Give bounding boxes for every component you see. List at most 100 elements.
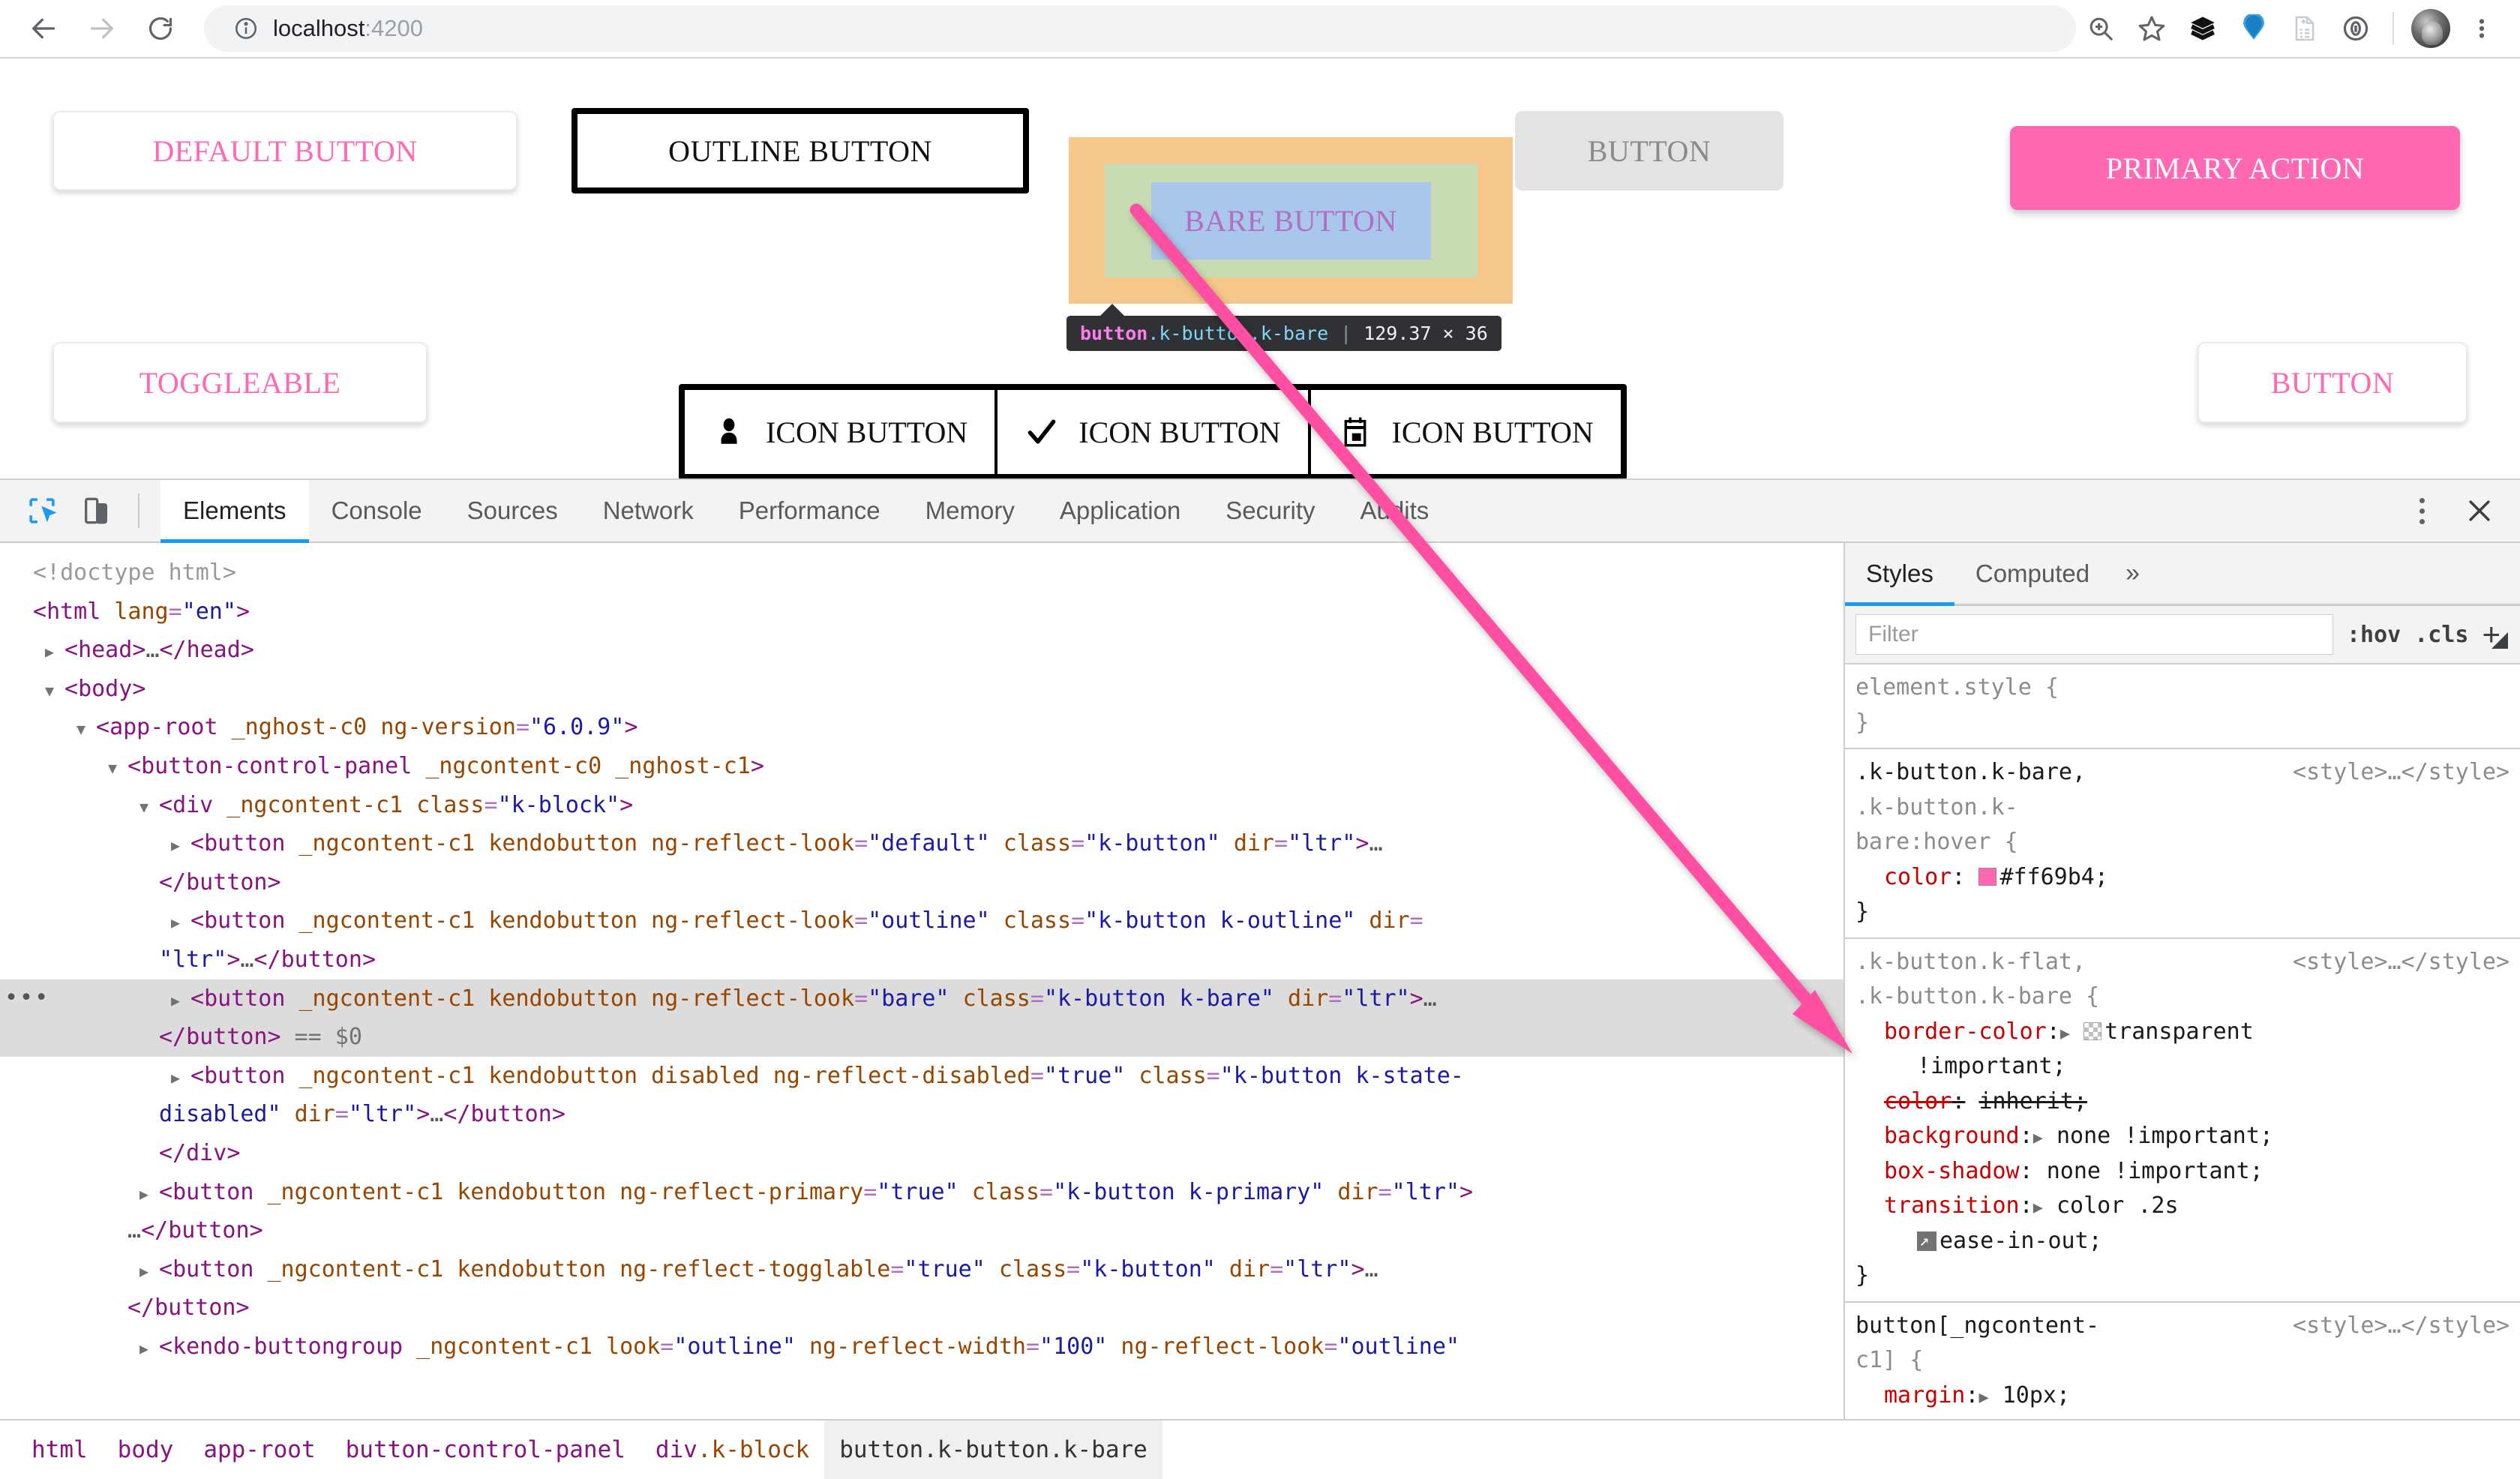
dom-node-line[interactable]: <div _ngcontent-c1 class="k-block"> — [0, 786, 1844, 825]
close-icon[interactable] — [2458, 490, 2500, 532]
twisty-collapsed-icon[interactable] — [140, 1250, 159, 1289]
dom-node-line[interactable]: <app-root _nghost-c0 ng-version="6.0.9"> — [0, 708, 1844, 747]
password-manager-icon[interactable] — [2331, 4, 2380, 53]
twisty-collapsed-icon[interactable] — [171, 980, 190, 1018]
reload-icon[interactable] — [134, 2, 188, 56]
dom-node-line[interactable]: </div> — [0, 1134, 1844, 1173]
expand-shorthand-icon[interactable]: ▶ — [2033, 1129, 2043, 1148]
style-rule[interactable]: .k-button.k-flat, <style>…</style> .k-butt… — [1845, 939, 2520, 1303]
dom-node-line[interactable]: "ltr">…</button> — [0, 940, 1844, 980]
style-rule-origin[interactable]: <style>…</style> — [2293, 755, 2510, 790]
twisty-expanded-icon[interactable] — [140, 786, 159, 825]
tab-application[interactable]: Application — [1037, 480, 1203, 542]
dom-node-line[interactable]: <html lang="en"> — [0, 592, 1844, 632]
css-declaration[interactable]: margin:▶ 10px; — [1845, 1378, 2520, 1414]
dom-node-line[interactable]: <button _ngcontent-c1 kendobutton ng-ref… — [0, 1250, 1844, 1289]
breadcrumb-item[interactable]: body — [103, 1420, 189, 1479]
style-rule-selector[interactable]: element.style { — [1856, 674, 2059, 700]
toggleable-button-right[interactable]: BUTTON — [2198, 342, 2468, 423]
dom-tree[interactable]: <!doctype html><html lang="en"><head>…</… — [0, 543, 1845, 1419]
tab-performance[interactable]: Performance — [716, 480, 903, 542]
address-bar[interactable]: localhost:4200 — [204, 5, 2076, 52]
tab-elements[interactable]: Elements — [160, 480, 309, 543]
style-rule-origin[interactable]: <style>…</style> — [2293, 945, 2510, 980]
style-rule[interactable]: .k-button.k-bare, <style>…</style> .k-butt… — [1845, 749, 2520, 939]
dom-node-line[interactable]: <!doctype html> — [0, 554, 1844, 592]
zoom-icon[interactable] — [2076, 4, 2126, 53]
style-rule-selector[interactable]: .k-button.k-bare, — [1856, 759, 2086, 785]
twisty-expanded-icon[interactable] — [108, 747, 128, 786]
expand-shorthand-icon[interactable]: ▶ — [2060, 1024, 2070, 1043]
device-toolbar-icon[interactable] — [75, 490, 117, 532]
cls-toggle[interactable]: .cls — [2414, 622, 2468, 648]
style-rule[interactable]: button[_ngcontent- <style>…</style> c1] {m… — [1845, 1303, 2520, 1420]
new-style-rule-button[interactable]: + — [2482, 619, 2508, 650]
primary-action-button[interactable]: PRIMARY ACTION — [2010, 126, 2460, 210]
css-property-value[interactable]: transparent — [2104, 1018, 2254, 1045]
tab-styles[interactable]: Styles — [1845, 543, 1954, 606]
bare-button[interactable]: BARE BUTTON — [1151, 182, 1431, 260]
css-property-value[interactable]: 10px; — [2002, 1382, 2070, 1408]
css-declaration[interactable]: transition:▶ color .2s — [1845, 1189, 2520, 1224]
style-rule-selector[interactable]: .k-button.k-flat, — [1856, 949, 2086, 975]
twisty-expanded-icon[interactable] — [45, 670, 64, 709]
filter-input[interactable]: Filter — [1856, 614, 2333, 655]
css-declaration[interactable]: background:▶ none !important; — [1845, 1119, 2520, 1154]
twisty-collapsed-icon[interactable] — [171, 902, 190, 940]
icon-button-calendar[interactable]: ICON BUTTON — [1307, 390, 1621, 474]
css-property-name[interactable]: background — [1884, 1123, 2020, 1149]
css-property-value[interactable]: none !important; — [2056, 1123, 2273, 1149]
color-swatch-icon[interactable] — [1978, 867, 1997, 886]
tab-network[interactable]: Network — [580, 480, 716, 542]
css-property-name[interactable]: color — [1884, 864, 1952, 890]
breadcrumb-item[interactable]: button.k-button.k-bare — [824, 1420, 1162, 1479]
dom-node-line[interactable]: <body> — [0, 670, 1844, 709]
twisty-collapsed-icon[interactable] — [140, 1328, 159, 1366]
inspect-element-icon[interactable] — [21, 490, 63, 532]
dom-node-line[interactable]: ••• <button _ngcontent-c1 kendobutton ng-… — [0, 979, 1844, 1018]
style-rule[interactable]: element.style {} — [1845, 664, 2520, 749]
twisty-collapsed-icon[interactable] — [171, 824, 190, 863]
css-declaration[interactable]: color: inherit; — [1845, 1084, 2520, 1120]
icon-button-check[interactable]: ICON BUTTON — [994, 390, 1308, 474]
dom-node-line[interactable]: disabled" dir="ltr">…</button> — [0, 1095, 1844, 1134]
back-arrow-icon[interactable] — [16, 2, 70, 56]
dom-node-line[interactable]: <button _ngcontent-c1 kendobutton disabl… — [0, 1057, 1844, 1096]
breadcrumb-item[interactable]: div .k-block — [640, 1420, 824, 1479]
css-property-name[interactable]: margin — [1884, 1382, 1965, 1408]
tab-sources[interactable]: Sources — [445, 480, 580, 542]
dom-node-line[interactable]: <button-control-panel _ngcontent-c0 _ngh… — [0, 747, 1844, 786]
dom-node-line[interactable]: <button _ngcontent-c1 kendobutton ng-ref… — [0, 1173, 1844, 1212]
dom-node-menu-icon[interactable]: ••• — [4, 980, 50, 1018]
dom-node-line[interactable]: </button> — [0, 863, 1844, 902]
tab-console[interactable]: Console — [309, 480, 445, 542]
easing-curve-icon[interactable] — [1917, 1228, 1936, 1254]
forward-arrow-icon[interactable] — [75, 2, 129, 56]
css-property-value[interactable]: color .2s — [2056, 1192, 2179, 1219]
twisty-collapsed-icon[interactable] — [45, 631, 64, 670]
css-property-name[interactable]: border-color — [1884, 1018, 2047, 1045]
tab-audits[interactable]: Audits — [1338, 480, 1452, 542]
tab-memory[interactable]: Memory — [903, 480, 1037, 542]
default-button[interactable]: DEFAULT BUTTON — [52, 111, 518, 190]
css-property-name[interactable]: box-shadow — [1884, 1158, 2020, 1184]
icon-button-user[interactable]: ICON BUTTON — [685, 390, 995, 474]
dom-node-line[interactable]: …</button> — [0, 1211, 1844, 1250]
kebab-menu-icon[interactable] — [2404, 490, 2439, 532]
page-info-icon[interactable] — [230, 12, 262, 45]
form-filler-icon[interactable] — [2280, 4, 2330, 53]
twisty-collapsed-icon[interactable] — [171, 1057, 190, 1096]
tab-security[interactable]: Security — [1203, 480, 1337, 542]
css-declaration[interactable]: color: #ff69b4; — [1845, 860, 2520, 896]
css-property-value[interactable]: none !important; — [2047, 1158, 2264, 1184]
breadcrumb-item[interactable]: app-root — [188, 1420, 330, 1479]
avatar[interactable] — [2406, 4, 2456, 53]
breadcrumb-item[interactable]: html — [16, 1420, 103, 1479]
breadcrumb-item[interactable]: button-control-panel — [331, 1420, 640, 1479]
dom-node-line[interactable]: <button _ngcontent-c1 kendobutton ng-ref… — [0, 902, 1844, 940]
expand-shorthand-icon[interactable]: ▶ — [1978, 1388, 1988, 1407]
twisty-collapsed-icon[interactable] — [140, 1173, 159, 1212]
dom-node-line[interactable]: <button _ngcontent-c1 kendobutton ng-ref… — [0, 824, 1844, 863]
chrome-menu-icon[interactable] — [2457, 4, 2506, 53]
toggleable-button[interactable]: TOGGLEABLE — [52, 342, 428, 423]
